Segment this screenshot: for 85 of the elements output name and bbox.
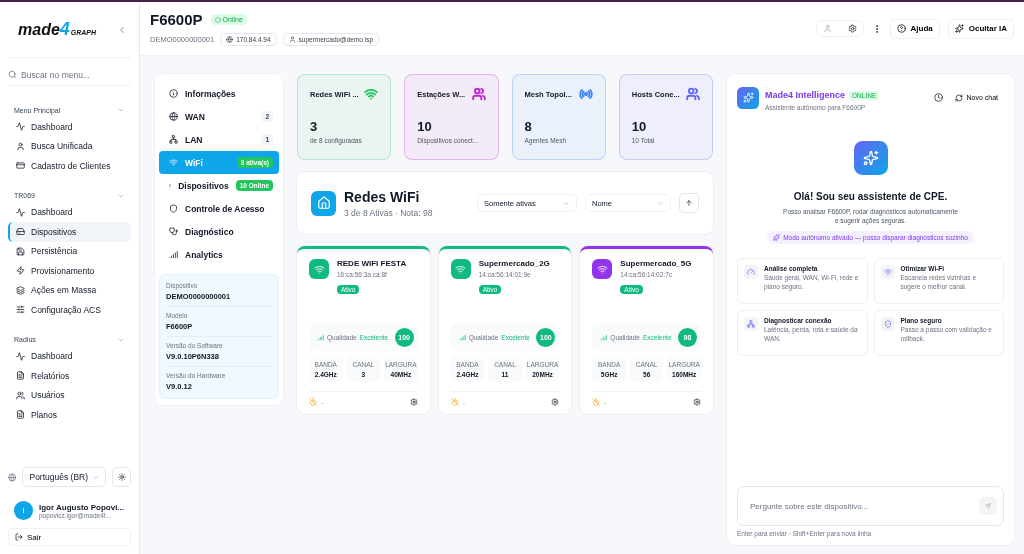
sidebar-item[interactable]: Planos bbox=[8, 405, 131, 425]
chevron-icon[interactable] bbox=[117, 106, 125, 114]
send-button[interactable] bbox=[979, 497, 997, 515]
sparkles-icon bbox=[954, 24, 964, 33]
signal-icon bbox=[317, 334, 324, 341]
settings-icon[interactable] bbox=[847, 24, 857, 33]
search-icon bbox=[8, 70, 17, 79]
language-select[interactable]: Português (BR) bbox=[22, 467, 107, 487]
sidebar-item[interactable]: Provisionamento bbox=[8, 261, 131, 281]
assistant-title: Made4 Intelligence bbox=[765, 90, 846, 100]
greeting: Olá! Sou seu assistente de CPE. bbox=[793, 191, 948, 202]
signal-icon bbox=[458, 334, 466, 341]
device-title: F6600P bbox=[150, 11, 203, 28]
arrow-up-icon bbox=[685, 199, 693, 207]
search-field[interactable]: Buscar no menu... bbox=[8, 64, 131, 86]
history-icon[interactable] bbox=[934, 93, 944, 102]
globe-icon bbox=[169, 112, 178, 121]
sort-direction-button[interactable] bbox=[679, 193, 699, 213]
stat-value: 8 bbox=[524, 119, 533, 134]
network-icon bbox=[744, 317, 758, 332]
help-button[interactable]: Ajuda bbox=[889, 18, 940, 39]
chevron-icon bbox=[92, 473, 100, 481]
sidebar-item[interactable]: Relatórios bbox=[8, 366, 131, 386]
signal-icon bbox=[600, 334, 608, 341]
send-icon bbox=[985, 502, 991, 510]
sidebar-item[interactable]: Busca Unificada bbox=[8, 136, 131, 156]
sidebar-item[interactable]: Dispositivos bbox=[8, 222, 131, 242]
chevron-icon bbox=[657, 199, 664, 207]
network-name: Supermercado_5G bbox=[620, 259, 692, 268]
stat-value: 10 bbox=[417, 119, 433, 134]
bar-chart-icon bbox=[169, 250, 178, 259]
info-icon bbox=[169, 89, 178, 98]
avatar: I bbox=[14, 501, 33, 520]
timer-off-icon bbox=[450, 398, 459, 406]
sparkles-icon bbox=[737, 86, 759, 109]
settings-icon[interactable] bbox=[693, 398, 701, 406]
panel-title: Redes WiFi bbox=[344, 188, 421, 205]
theme-button[interactable] bbox=[112, 467, 131, 487]
network-icon bbox=[169, 135, 178, 144]
message-field[interactable]: Pergunte sobre este dispositivo... bbox=[748, 500, 979, 512]
sidebar-item[interactable]: Ações em Massa bbox=[8, 280, 131, 300]
nav-item[interactable]: Controle de Acesso bbox=[159, 197, 279, 220]
wifi-icon bbox=[169, 158, 178, 167]
stethoscope-icon bbox=[169, 227, 178, 236]
logout-button[interactable]: Sair bbox=[8, 528, 131, 546]
wifi-icon bbox=[880, 265, 895, 280]
stat-value: 3 bbox=[310, 119, 319, 134]
sun-icon bbox=[117, 473, 126, 481]
user-name: Igor Augusto Popovi... bbox=[39, 502, 125, 512]
sidebar-item[interactable]: Cadastro de Clientes bbox=[8, 156, 131, 176]
sidebar-item[interactable]: Dashboard bbox=[8, 117, 131, 137]
settings-icon[interactable] bbox=[551, 398, 560, 406]
panel-subtitle: 3 de 8 Ativas · Nota: 98 bbox=[344, 207, 434, 218]
nav-item[interactable]: Informações bbox=[159, 82, 279, 105]
network-name: REDE WIFI FESTA bbox=[337, 259, 407, 268]
sidebar-item[interactable]: Configuração ACS bbox=[8, 300, 131, 320]
user-icon bbox=[288, 36, 296, 43]
network-name: Supermercado_2G bbox=[478, 259, 550, 268]
sparkles-icon bbox=[773, 234, 781, 242]
settings-icon[interactable] bbox=[409, 398, 418, 406]
nav-item[interactable]: Diagnóstico bbox=[159, 220, 279, 243]
refresh-icon bbox=[955, 93, 964, 102]
view-toggle[interactable] bbox=[815, 20, 864, 37]
nav-item[interactable]: Analytics bbox=[159, 243, 279, 266]
globe-icon bbox=[8, 472, 17, 482]
globe-icon bbox=[226, 36, 234, 43]
home-wifi-icon bbox=[311, 190, 336, 216]
user-icon[interactable] bbox=[822, 24, 832, 33]
logout-icon bbox=[15, 533, 23, 541]
sidebar-item[interactable]: Persistência bbox=[8, 241, 131, 261]
timer-off-icon bbox=[592, 398, 601, 406]
chevron-icon bbox=[563, 199, 570, 207]
shield-icon bbox=[169, 204, 178, 213]
shield-icon bbox=[880, 317, 895, 332]
timer-off-icon bbox=[309, 398, 317, 406]
collapse-icon[interactable] bbox=[117, 24, 127, 35]
sidebar-item[interactable]: Usuários bbox=[8, 385, 131, 405]
gauge-icon bbox=[744, 265, 758, 280]
sidebar-item[interactable]: Dashboard bbox=[8, 202, 131, 222]
sidebar-item[interactable]: Dashboard bbox=[8, 346, 131, 366]
status-dot-icon bbox=[214, 16, 221, 23]
stat-value: 10 bbox=[631, 119, 648, 134]
hide-ai-button[interactable]: Ocultar IA bbox=[947, 18, 1014, 39]
help-icon bbox=[896, 24, 906, 33]
sparkles-icon bbox=[853, 141, 888, 175]
